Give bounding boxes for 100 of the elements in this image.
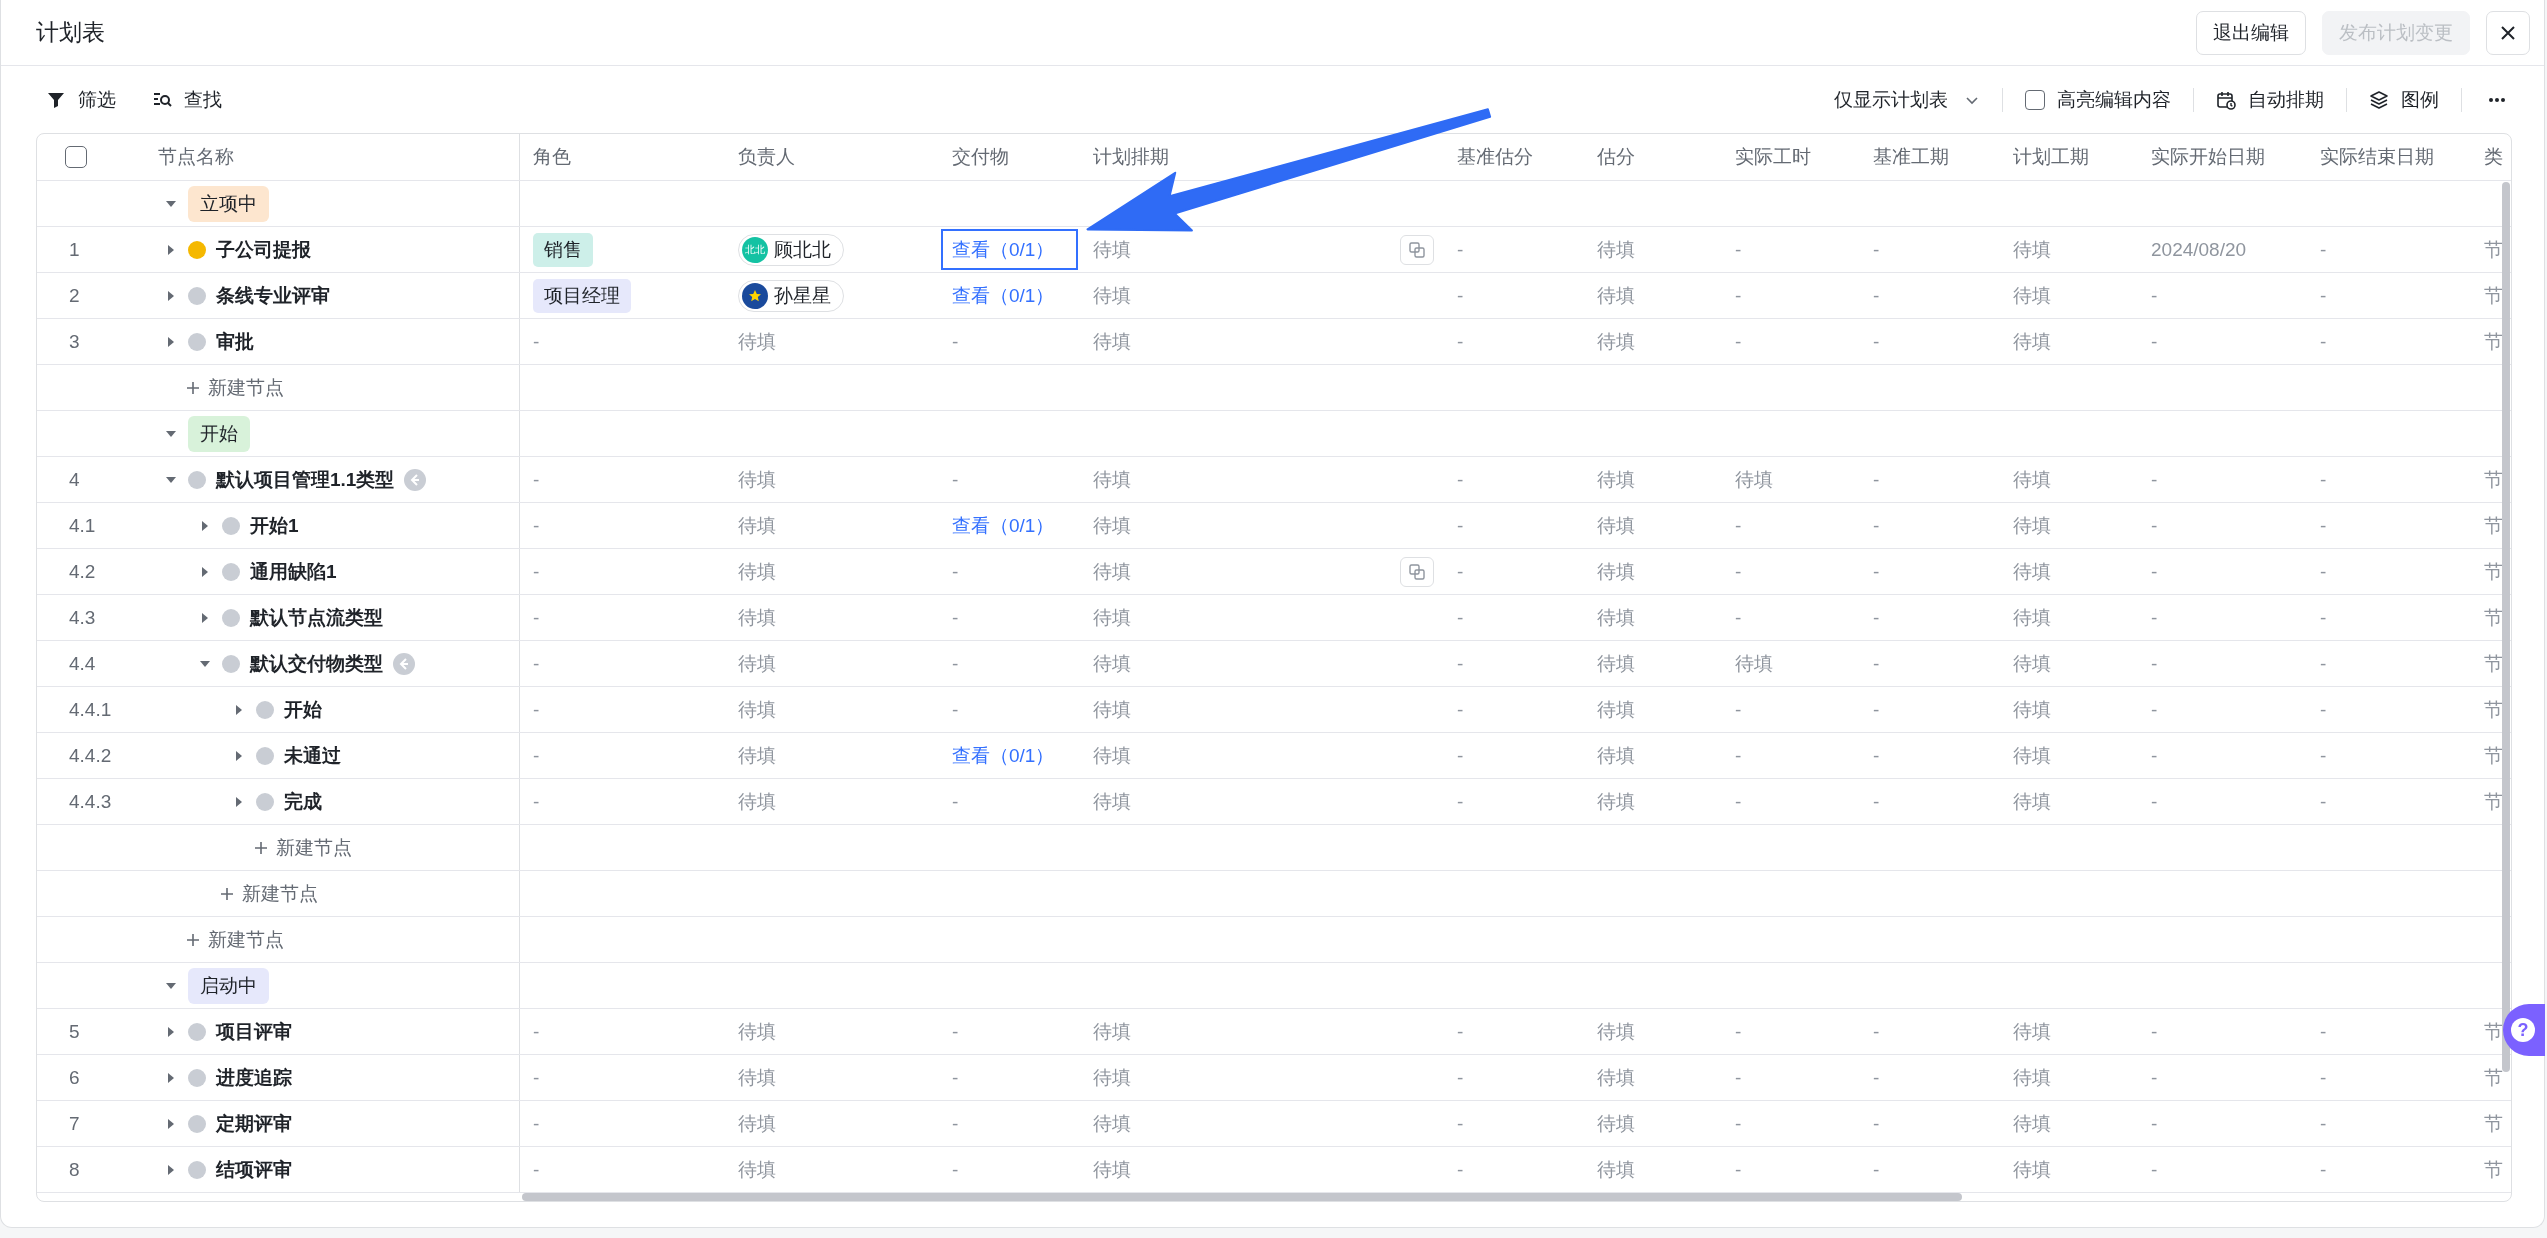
cell-text: - <box>1873 790 1880 813</box>
cell-text: 节 <box>2484 1111 2503 1136</box>
column-header[interactable]: 实际结束日期 <box>2320 144 2434 170</box>
node-name[interactable]: 通用缺陷1 <box>250 558 337 585</box>
column-header[interactable]: 角色 <box>533 144 571 170</box>
cell-text: 待填 <box>1597 1157 1635 1182</box>
cell-text: - <box>2320 330 2327 353</box>
cell-text: - <box>1457 468 1464 491</box>
node-name[interactable]: 审批 <box>216 328 254 355</box>
vertical-scrollbar[interactable] <box>2502 182 2510 1072</box>
column-header[interactable]: 基准工期 <box>1873 144 1949 170</box>
cell-text: 待填 <box>2013 1019 2051 1044</box>
cell-text: - <box>1457 652 1464 675</box>
row-number: 4.4 <box>69 652 96 675</box>
add-node-button[interactable]: 新建节点 <box>186 374 284 401</box>
cell-text: 待填 <box>2013 789 2051 814</box>
cell-text: 节 <box>2484 605 2503 630</box>
cell-text: 待填 <box>2013 1157 2051 1182</box>
cell-text: 待填 <box>1093 1111 1131 1136</box>
node-name[interactable]: 项目评审 <box>216 1018 292 1045</box>
cell-text: 待填 <box>1093 467 1131 492</box>
cell-text: - <box>2151 330 2158 353</box>
view-link[interactable]: 查看（0/1） <box>952 282 1055 309</box>
column-header[interactable]: 基准估分 <box>1457 144 1533 170</box>
cell-text: - <box>2151 284 2158 307</box>
find-button[interactable]: 查找 <box>152 82 222 117</box>
cell-text: - <box>2320 514 2327 537</box>
exit-edit-button[interactable]: 退出编辑 <box>2196 10 2306 55</box>
node-name[interactable]: 默认项目管理1.1类型 <box>216 466 395 493</box>
cell-text: - <box>2151 698 2158 721</box>
cell-text: - <box>1873 238 1880 261</box>
auto-schedule-button[interactable]: 自动排期 <box>2216 82 2324 117</box>
add-node-button[interactable]: 新建节点 <box>186 926 284 953</box>
node-name[interactable]: 开始1 <box>250 512 299 539</box>
view-link[interactable]: 查看（0/1） <box>952 236 1055 263</box>
column-header[interactable]: 节点名称 <box>158 144 234 170</box>
add-node-button[interactable]: 新建节点 <box>220 880 318 907</box>
cell-text: - <box>1873 1112 1880 1135</box>
column-header[interactable]: 类 <box>2484 144 2503 170</box>
cell-text: 待填 <box>1093 743 1131 768</box>
column-header[interactable]: 交付物 <box>952 144 1009 170</box>
legend-button[interactable]: 图例 <box>2369 82 2439 117</box>
select-all-checkbox[interactable] <box>65 146 87 168</box>
cell-text: 待填 <box>738 1019 776 1044</box>
view-link[interactable]: 查看（0/1） <box>952 742 1055 769</box>
column-header[interactable]: 估分 <box>1597 144 1635 170</box>
plus-icon <box>254 840 268 855</box>
cell-text: 待填 <box>1597 559 1635 584</box>
cell-text: - <box>2151 606 2158 629</box>
column-header[interactable]: 实际开始日期 <box>2151 144 2265 170</box>
row-number: 4.4.3 <box>69 790 112 813</box>
cell-text: - <box>2151 1066 2158 1089</box>
horizontal-scrollbar[interactable] <box>522 1193 1962 1201</box>
node-name[interactable]: 定期评审 <box>216 1110 292 1137</box>
view-link[interactable]: 查看（0/1） <box>952 512 1055 539</box>
node-name[interactable]: 条线专业评审 <box>216 282 330 309</box>
avatar: 北北 <box>742 236 768 263</box>
cell-text: 待填 <box>1093 1065 1131 1090</box>
add-node-button[interactable]: 新建节点 <box>254 834 352 861</box>
row-number: 4.3 <box>69 606 96 629</box>
node-name[interactable]: 完成 <box>284 788 322 815</box>
node-name[interactable]: 进度追踪 <box>216 1064 292 1091</box>
cell-text: - <box>1873 1158 1880 1181</box>
stage-tag: 启动中 <box>188 967 269 1004</box>
dots-icon <box>2488 96 2506 103</box>
column-header[interactable]: 计划工期 <box>2013 144 2089 170</box>
node-name[interactable]: 默认节点流类型 <box>250 604 383 631</box>
selected-cell[interactable]: 查看（0/1） <box>939 227 1080 272</box>
cell-text: - <box>2151 1112 2158 1135</box>
help-button[interactable]: ? <box>2503 1004 2545 1056</box>
cell-text: - <box>2151 560 2158 583</box>
cell-text: 待填 <box>2013 559 2051 584</box>
cell-text: 节 <box>2484 1157 2503 1182</box>
node-name[interactable]: 开始 <box>284 696 322 723</box>
close-button[interactable] <box>2486 10 2530 55</box>
cell-text: - <box>1457 606 1464 629</box>
row-number: 6 <box>69 1066 80 1089</box>
row-number: 4.4.1 <box>69 698 112 721</box>
cell-text: 待填 <box>1597 329 1635 354</box>
cell-text: - <box>2320 652 2327 675</box>
cell-text: - <box>1873 1020 1880 1043</box>
cell-text: 待填 <box>2013 283 2051 308</box>
cell-text: - <box>2320 744 2327 767</box>
cell-text: - <box>952 606 959 629</box>
cell-text: - <box>1873 606 1880 629</box>
cell-text: - <box>1873 560 1880 583</box>
cell-text: 节 <box>2484 467 2503 492</box>
node-name[interactable]: 结项评审 <box>216 1156 292 1183</box>
node-name[interactable]: 未通过 <box>284 742 341 769</box>
column-header[interactable]: 实际工时 <box>1735 144 1811 170</box>
cell-text: - <box>952 698 959 721</box>
cell-text: 待填 <box>1597 467 1635 492</box>
column-header[interactable]: 计划排期 <box>1093 144 1169 170</box>
cell-text: 待填 <box>1093 283 1131 308</box>
node-name[interactable]: 默认交付物类型 <box>250 650 383 677</box>
node-name[interactable]: 子公司提报 <box>216 236 311 263</box>
column-header[interactable]: 负责人 <box>738 144 795 170</box>
filter-button[interactable]: 筛选 <box>46 82 116 117</box>
checkbox[interactable] <box>2025 89 2045 110</box>
view-dropdown[interactable]: 仅显示计划表 <box>1834 82 1980 117</box>
